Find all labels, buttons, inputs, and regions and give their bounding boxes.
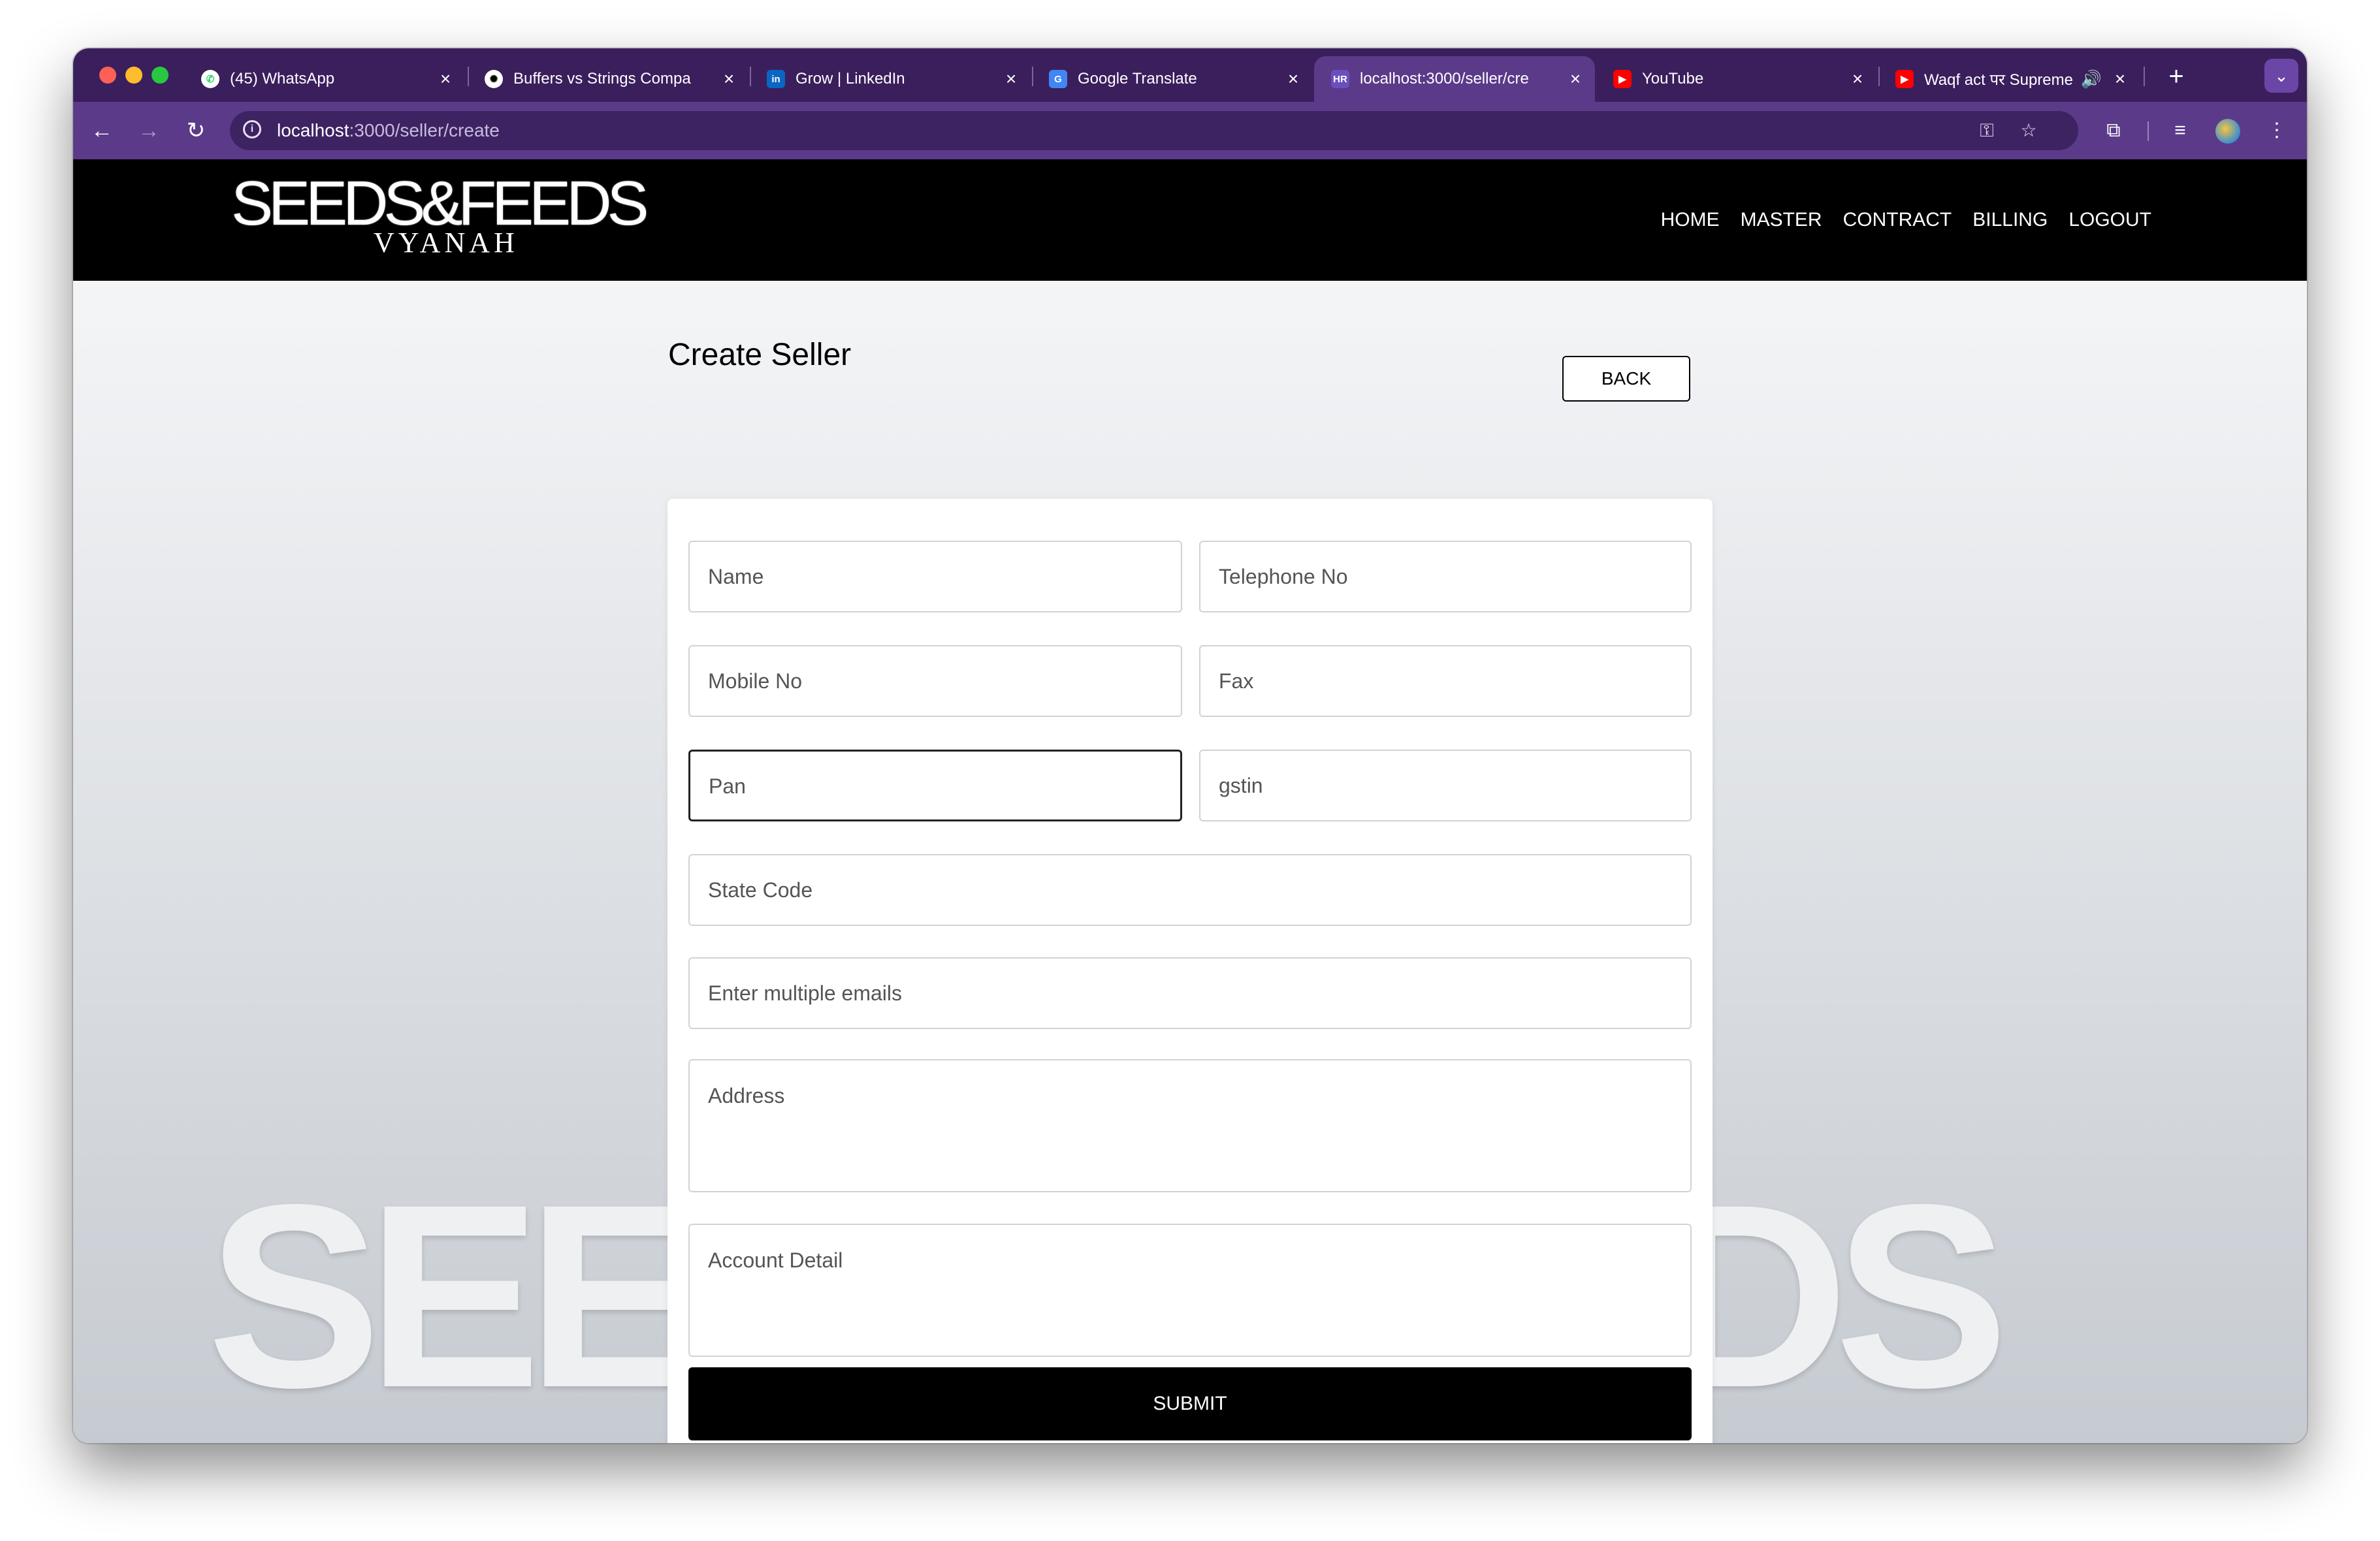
site-info-icon[interactable]: i (243, 120, 261, 138)
close-icon[interactable]: × (998, 69, 1024, 89)
tab-whatsapp[interactable]: ✆ (45) WhatsApp × (184, 56, 465, 102)
profile-avatar[interactable] (2215, 119, 2240, 144)
back-button[interactable]: BACK (1562, 356, 1690, 402)
pan-field[interactable]: Pan (688, 750, 1182, 821)
bookmark-star-icon[interactable]: ☆ (2016, 118, 2042, 144)
site-header: SEEDS&FEEDS VYANAH HOME MASTER CONTRACT … (73, 159, 2307, 281)
youtube-icon: ▶ (1613, 70, 1632, 88)
tab-title: Grow | LinkedIn (796, 70, 905, 87)
tab-divider (2144, 67, 2145, 86)
tab-youtube[interactable]: ▶ YouTube × (1596, 56, 1877, 102)
linkedin-icon: in (767, 70, 785, 88)
create-seller-form: Name Telephone No Mobile No Fax Pan gsti… (667, 499, 1713, 1443)
tab-title: (45) WhatsApp (230, 70, 335, 87)
tab-waqf-act[interactable]: ▶ Waqf act पर Supreme 🔊 × (1878, 56, 2140, 102)
google-translate-icon: G (1049, 70, 1067, 88)
submit-button[interactable]: SUBMIT (688, 1367, 1692, 1440)
main-nav: HOME MASTER CONTRACT BILLING LOGOUT (1640, 159, 2151, 281)
nav-contract[interactable]: CONTRACT (1843, 209, 1952, 231)
tab-search-button[interactable]: ⌄ (2264, 59, 2298, 93)
fax-field[interactable]: Fax (1199, 645, 1692, 717)
url-text[interactable]: localhost:3000/seller/create (277, 120, 500, 141)
hr-icon: HR (1331, 70, 1349, 88)
browser-window: ✆ (45) WhatsApp × ✺ Buffers vs Strings C… (73, 48, 2307, 1443)
tab-title: Google Translate (1078, 70, 1197, 87)
gstin-field[interactable]: gstin (1199, 750, 1692, 821)
new-tab-button[interactable]: + (2160, 60, 2193, 93)
close-icon[interactable]: × (1280, 69, 1306, 89)
name-field[interactable]: Name (688, 541, 1182, 612)
minimize-window-button[interactable] (125, 67, 142, 84)
mobile-field[interactable]: Mobile No (688, 645, 1182, 717)
tab-google-translate[interactable]: G Google Translate × (1032, 56, 1313, 102)
tab-title: localhost:3000/seller/cre (1360, 70, 1529, 87)
nav-billing[interactable]: BILLING (1972, 209, 2048, 231)
extensions-icon[interactable]: ⧉ (2097, 114, 2131, 148)
close-icon[interactable]: × (2107, 69, 2133, 89)
nav-master[interactable]: MASTER (1741, 209, 1822, 231)
close-icon[interactable]: × (1844, 69, 1871, 89)
close-icon[interactable]: × (716, 69, 742, 89)
page-title: Create Seller (668, 338, 852, 372)
tab-buffers-vs-strings[interactable]: ✺ Buffers vs Strings Compa × (468, 56, 748, 102)
tab-title: YouTube (1642, 70, 1704, 87)
address-field[interactable]: Address (688, 1059, 1692, 1192)
account-detail-field[interactable]: Account Detail (688, 1224, 1692, 1357)
forward-arrow-icon[interactable]: → (132, 114, 166, 148)
whatsapp-icon: ✆ (201, 70, 219, 88)
url-host: localhost (277, 120, 349, 140)
close-icon[interactable]: × (1562, 69, 1588, 89)
close-icon[interactable]: × (432, 69, 458, 89)
nav-logout[interactable]: LOGOUT (2068, 209, 2151, 231)
page-content: SEEDS&FEEDS Create Seller BACK Name Tele… (73, 281, 2307, 1443)
url-path: :3000/seller/create (349, 120, 500, 140)
back-arrow-icon[interactable]: ← (85, 114, 119, 148)
reload-icon[interactable]: ↻ (179, 114, 213, 148)
tab-title: Waqf act पर Supreme (1924, 71, 2073, 89)
telephone-field[interactable]: Telephone No (1199, 541, 1692, 612)
tab-seller-create[interactable]: HR localhost:3000/seller/cre × (1314, 56, 1595, 102)
more-options-icon[interactable]: ⋮ (2260, 114, 2294, 148)
tab-strip: ✆ (45) WhatsApp × ✺ Buffers vs Strings C… (73, 48, 2307, 102)
password-key-icon[interactable]: ⚿ (1974, 118, 2000, 144)
address-bar[interactable]: i localhost:3000/seller/create ⚿ ☆ (230, 111, 2078, 150)
toolbar-divider (2147, 121, 2149, 141)
tab-title: Buffers vs Strings Compa (513, 70, 691, 87)
browser-toolbar: ← → ↻ i localhost:3000/seller/create ⚿ ☆… (73, 102, 2307, 159)
close-window-button[interactable] (99, 67, 116, 84)
tab-linkedin[interactable]: in Grow | LinkedIn × (750, 56, 1031, 102)
speaker-icon[interactable]: 🔊 (2081, 69, 2102, 89)
media-control-icon[interactable]: ≡ (2163, 114, 2197, 148)
youtube-icon: ▶ (1895, 70, 1914, 88)
logo-subtitle: VYANAH (374, 227, 519, 259)
openai-icon: ✺ (485, 70, 503, 88)
nav-home[interactable]: HOME (1661, 209, 1720, 231)
emails-field[interactable]: Enter multiple emails (688, 957, 1692, 1029)
state-code-field[interactable]: State Code (688, 854, 1692, 926)
zoom-window-button[interactable] (152, 67, 169, 84)
